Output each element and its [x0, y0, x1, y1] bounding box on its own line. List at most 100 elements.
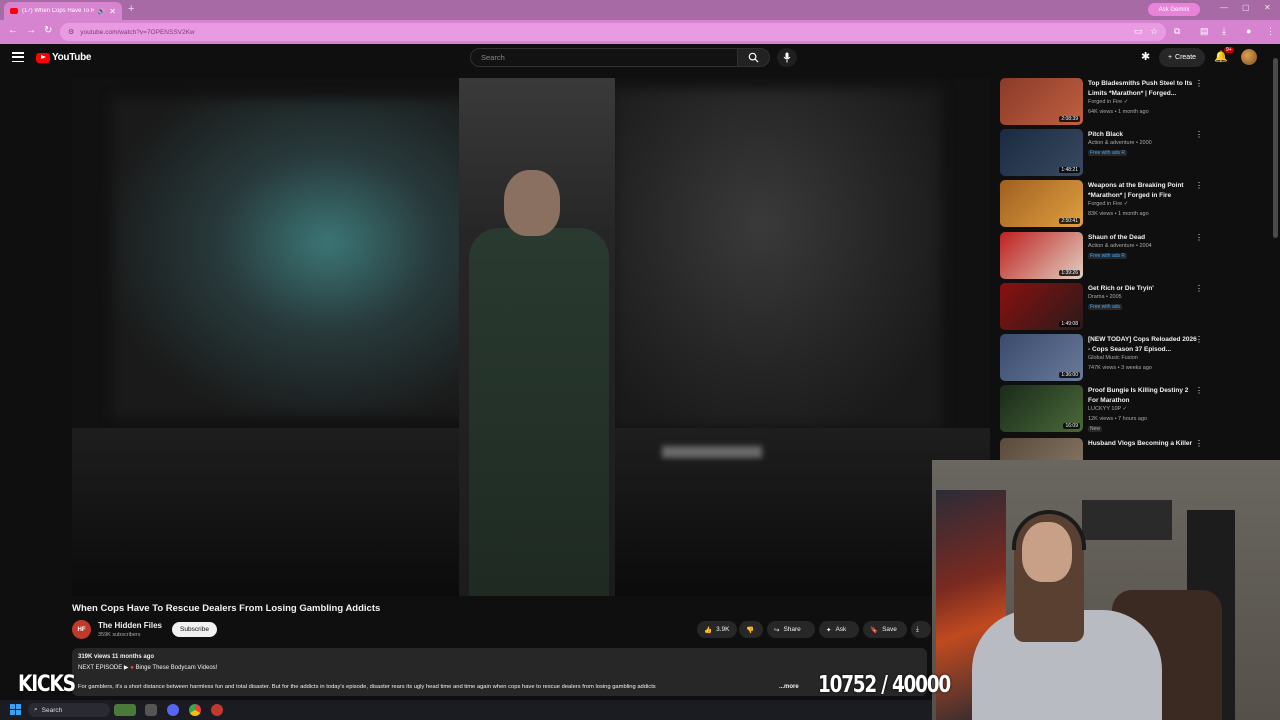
recommendation-thumbnail[interactable]: 1:49:08	[1000, 283, 1083, 330]
recommendation-title[interactable]: Shaun of the Dead	[1088, 233, 1198, 243]
taskbar-app-icon[interactable]	[211, 704, 223, 716]
recommendation-thumbnail[interactable]: 1:39:26	[1000, 232, 1083, 279]
recommendation-title[interactable]: Top Bladesmiths Push Steel to Its Limits…	[1088, 79, 1198, 98]
guide-menu-icon[interactable]	[12, 52, 24, 62]
recommendation-channel[interactable]: Forged in Fire ✓	[1088, 201, 1128, 207]
recommendation-title[interactable]: Weapons at the Breaking Point *Marathon*…	[1088, 181, 1198, 200]
recommendation-thumbnail[interactable]: 2:50:41	[1000, 180, 1083, 227]
recommendation-title[interactable]: Proof Bungie Is Killing Destiny 2 For Ma…	[1088, 386, 1198, 405]
browser-tab-active[interactable]: (17) When Cops Have To R 🔊 ✕	[4, 2, 122, 20]
more-actions-icon[interactable]: ⋮	[1195, 386, 1203, 395]
taskbar-search[interactable]: ⌕ Search	[28, 703, 110, 717]
windows-start-icon[interactable]	[10, 704, 21, 715]
sidepanel-icon[interactable]: ▤	[1200, 26, 1209, 37]
recommendation-thumbnail[interactable]: 1:48:21	[1000, 129, 1083, 176]
address-bar[interactable]: ⚙ youtube.com/watch?v=7OPENSSV2Kw	[60, 23, 1166, 41]
person-head	[504, 170, 560, 236]
recommendation-channel[interactable]: Forged in Fire ✓	[1088, 99, 1128, 105]
audio-icon[interactable]: 🔊	[98, 8, 105, 15]
profile-icon[interactable]: ●	[1246, 26, 1251, 36]
search-button[interactable]	[738, 48, 770, 67]
recommendation-title[interactable]: [NEW TODAY] Cops Reloaded 2026 - Cops Se…	[1088, 335, 1198, 354]
cast-icon[interactable]: ▭	[1134, 26, 1143, 37]
channel-avatar[interactable]: HF	[72, 620, 91, 639]
cast-settings-icon[interactable]: ✱	[1141, 50, 1150, 63]
more-actions-icon[interactable]: ⋮	[1195, 284, 1203, 293]
ask-gemini-button[interactable]: Ask Gemini	[1148, 3, 1200, 16]
taskbar-widget-icon[interactable]	[114, 704, 136, 716]
recommendation-item[interactable]: 1:36:00 [NEW TODAY] Cops Reloaded 2026 - …	[1000, 334, 1210, 382]
bookmark-star-icon[interactable]: ☆	[1150, 26, 1158, 37]
duration-badge: 1:39:26	[1059, 270, 1080, 276]
more-actions-icon[interactable]: ⋮	[1195, 181, 1203, 190]
duration-badge: 1:36:00	[1059, 372, 1080, 378]
recommendation-badge: New	[1088, 426, 1103, 432]
video-player[interactable]	[72, 78, 990, 596]
tab-title: (17) When Cops Have To R	[22, 8, 94, 14]
new-tab-button[interactable]: +	[128, 3, 134, 15]
recommendation-thumbnail[interactable]: 16:09	[1000, 385, 1083, 432]
recommendation-channel[interactable]: Action & adventure • 2004	[1088, 243, 1152, 249]
taskbar-chrome-icon[interactable]	[189, 704, 201, 716]
recommendation-item[interactable]: 1:39:26 Shaun of the Dead ⋮ Action & advent…	[1000, 232, 1210, 280]
person-figure	[469, 228, 609, 596]
ask-button[interactable]: ✦ Ask	[819, 621, 859, 638]
recommendation-item[interactable]: 2:50:41 Weapons at the Breaking Point *Ma…	[1000, 180, 1210, 228]
more-actions-icon[interactable]: ⋮	[1195, 79, 1203, 88]
recommendation-item[interactable]: 16:09 Proof Bungie Is Killing Destiny 2 F…	[1000, 385, 1210, 433]
save-button[interactable]: 🔖 Save	[863, 621, 907, 638]
video-title: When Cops Have To Rescue Dealers From Lo…	[72, 603, 381, 614]
account-avatar[interactable]	[1241, 49, 1257, 65]
voice-search-button[interactable]	[777, 48, 797, 67]
thumbs-down-icon: 👎	[746, 626, 755, 634]
duration-badge: 2:50:41	[1059, 218, 1080, 224]
downloads-icon[interactable]: ⤓	[1222, 26, 1226, 37]
duration-badge: 1:48:21	[1059, 167, 1080, 173]
next-episode-line: NEXT EPISODE ▶ ● Binge These Bodycam Vid…	[78, 664, 217, 671]
download-button[interactable]: ⤓	[911, 621, 931, 638]
share-icon: ↪	[774, 626, 780, 634]
more-actions-icon[interactable]: ⋮	[1195, 335, 1203, 344]
recommendation-item[interactable]: 2:08:39 Top Bladesmiths Push Steel to Its…	[1000, 78, 1210, 126]
recommendation-title[interactable]: Pitch Black	[1088, 130, 1198, 140]
recommendation-title[interactable]: Husband Vlogs Becoming a Killer	[1088, 439, 1198, 449]
microphone-icon	[783, 52, 791, 63]
next-episode-link[interactable]: Binge These Bodycam Videos!	[136, 665, 218, 671]
search-input[interactable]: Search	[470, 48, 738, 67]
maximize-icon[interactable]: ▢	[1242, 3, 1250, 12]
recommendation-thumbnail[interactable]: 2:08:39	[1000, 78, 1083, 125]
create-button[interactable]: + Create	[1159, 48, 1205, 67]
more-actions-icon[interactable]: ⋮	[1195, 233, 1203, 242]
dislike-button[interactable]: 👎	[739, 621, 763, 638]
site-info-icon[interactable]: ⚙	[68, 28, 74, 36]
like-button[interactable]: 👍 3.9K	[697, 621, 737, 638]
recommendation-channel[interactable]: Action & adventure • 2000	[1088, 140, 1152, 146]
reload-icon[interactable]: ↻	[44, 25, 52, 36]
recommendation-item[interactable]: 1:49:08 Get Rich or Die Tryin' ⋮ Drama • 20…	[1000, 283, 1210, 331]
recommendation-channel[interactable]: Drama • 2005	[1088, 294, 1122, 300]
more-actions-icon[interactable]: ⋮	[1195, 130, 1203, 139]
youtube-logo[interactable]: YouTube	[36, 52, 92, 63]
create-label: Create	[1175, 54, 1197, 61]
description-more-link[interactable]: ...more	[779, 684, 799, 690]
taskbar-discord-icon[interactable]	[167, 704, 179, 716]
back-icon[interactable]: ←	[8, 25, 18, 36]
page-scrollbar[interactable]	[1273, 58, 1278, 238]
more-actions-icon[interactable]: ⋮	[1195, 439, 1203, 448]
tab-close-icon[interactable]: ✕	[109, 7, 116, 16]
channel-name[interactable]: The Hidden Files	[98, 621, 162, 630]
recommendation-channel[interactable]: Global Music Fusion	[1088, 355, 1138, 361]
recommendation-item[interactable]: 1:48:21 Pitch Black ⋮ Action & adventure • …	[1000, 129, 1210, 177]
browser-menu-icon[interactable]: ⋮	[1266, 26, 1275, 37]
share-button[interactable]: ↪ Share	[767, 621, 815, 638]
extensions-icon[interactable]: ⧉	[1174, 26, 1180, 37]
window-close-icon[interactable]: ✕	[1264, 3, 1271, 12]
subscribe-button[interactable]: Subscribe	[172, 622, 217, 637]
minimize-icon[interactable]: —	[1220, 3, 1228, 12]
recommendation-channel[interactable]: LUCKYY 10P ✓	[1088, 406, 1127, 412]
forward-icon[interactable]: →	[26, 25, 36, 36]
recommendation-title[interactable]: Get Rich or Die Tryin'	[1088, 284, 1198, 294]
duration-badge: 2:08:39	[1059, 116, 1080, 122]
recommendation-thumbnail[interactable]: 1:36:00	[1000, 334, 1083, 381]
taskbar-files-icon[interactable]	[145, 704, 157, 716]
